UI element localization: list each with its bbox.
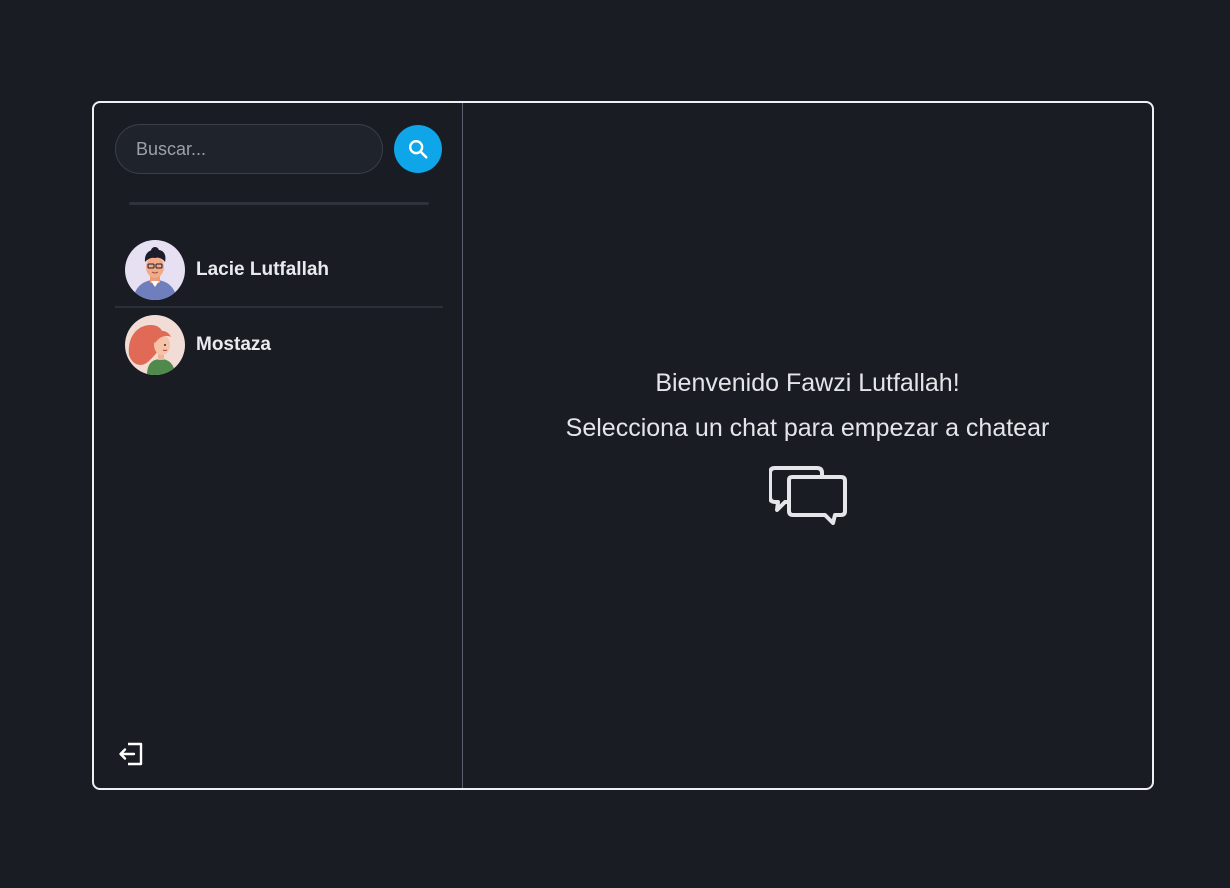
chat-area: Bienvenido Fawzi Lutfallah! Selecciona u… <box>463 103 1152 788</box>
welcome-subtitle: Selecciona un chat para empezar a chatea… <box>565 414 1050 442</box>
contact-name: Lacie Lutfallah <box>196 258 330 280</box>
chat-bubbles-icon <box>768 466 847 525</box>
search-button[interactable] <box>394 125 442 173</box>
male-avatar-icon <box>125 239 185 300</box>
sidebar: Lacie Lutfallah Mostaza <box>94 103 463 788</box>
search-icon <box>409 140 428 159</box>
avatar <box>125 314 185 375</box>
contact-divider <box>115 306 443 308</box>
contact-name: Mostaza <box>196 333 271 355</box>
female-avatar-icon <box>125 314 185 375</box>
welcome-title: Bienvenido Fawzi Lutfallah! <box>655 369 960 397</box>
search-bar <box>115 124 442 174</box>
avatar <box>125 239 185 300</box>
welcome-panel: Bienvenido Fawzi Lutfallah! Selecciona u… <box>463 366 1152 527</box>
chat-app-window: Lacie Lutfallah Mostaza <box>92 101 1154 790</box>
logout-icon <box>119 742 143 766</box>
sidebar-divider <box>129 202 429 205</box>
search-input[interactable] <box>115 124 383 174</box>
contact-item-mostaza[interactable]: Mostaza <box>115 311 443 378</box>
logout-button[interactable] <box>117 740 145 768</box>
contact-item-lacie-lutfallah[interactable]: Lacie Lutfallah <box>115 236 443 303</box>
